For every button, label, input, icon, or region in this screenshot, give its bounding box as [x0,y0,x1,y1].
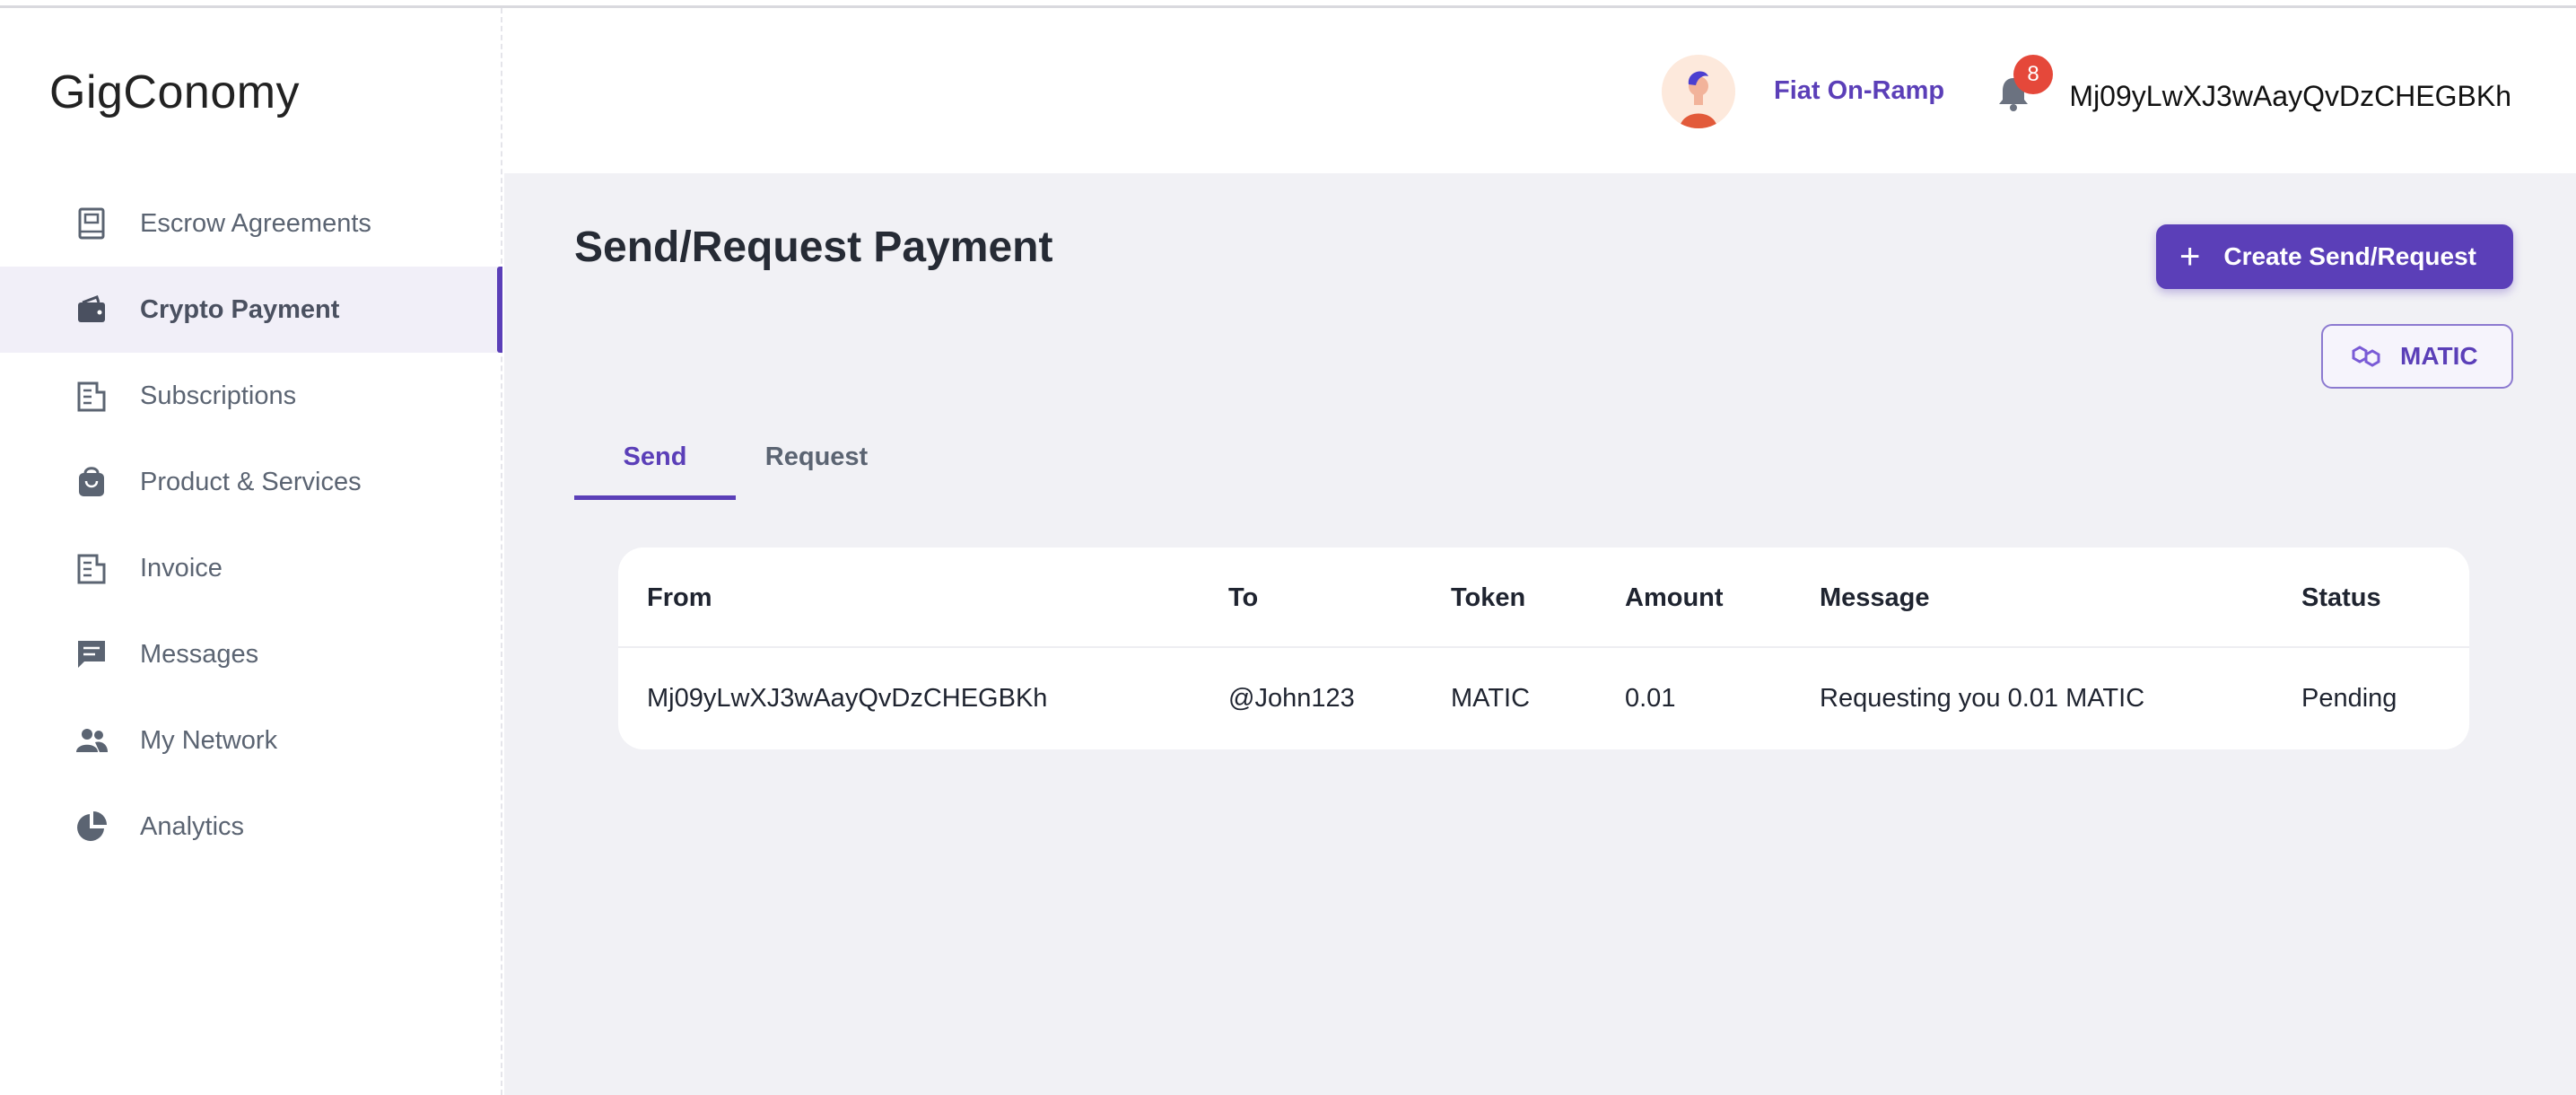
sidebar-item-label: Subscriptions [140,381,297,410]
token-selector-button[interactable]: MATIC [2321,324,2513,389]
people-icon [74,723,109,758]
cell-status: Pending [2301,683,2397,713]
table-row[interactable]: Mj09yLwXJ3wAayQvDzCHEGBKh @John123 MATIC… [618,648,2469,749]
sidebar-item-label: My Network [140,725,278,755]
tab-request[interactable]: Request [736,425,897,500]
polygon-matic-icon [2352,346,2380,367]
sidebar-item-label: Messages [140,639,259,669]
plus-icon: + [2179,237,2201,276]
token-label: MATIC [2400,342,2478,370]
pie-chart-icon [74,809,109,845]
column-header-status[interactable]: Status [2301,548,2381,648]
book-icon [74,206,109,241]
sidebar-item-label: Product & Services [140,467,362,496]
sidebar-item-label: Crypto Payment [140,294,340,324]
sidebar-nav: Escrow Agreements Crypto Payment Subscri… [0,180,502,870]
avatar[interactable] [1662,55,1735,128]
payments-table: From To Token Amount Message Status Mj09… [618,548,2469,749]
column-header-message[interactable]: Message [1820,548,1930,648]
payment-tabs: Send Request [574,425,897,500]
sidebar: GigConomy Escrow Agreements Crypto Payme… [0,8,502,1095]
table-header-row: From To Token Amount Message Status [618,548,2469,648]
sidebar-item-invoice[interactable]: Invoice [0,525,501,611]
sidebar-item-subscriptions[interactable]: Subscriptions [0,353,501,439]
sidebar-item-label: Escrow Agreements [140,208,371,238]
app-logo[interactable]: GigConomy [49,66,300,119]
invoice-icon [74,550,109,586]
wallet-icon [74,292,109,328]
main-content: Send/Request Payment + Create Send/Reque… [504,173,2576,1095]
create-send-request-button[interactable]: + Create Send/Request [2156,224,2513,289]
receipt-icon [74,378,109,414]
cell-amount: 0.01 [1625,683,1676,713]
shopping-bag-icon [74,464,109,500]
sidebar-item-messages[interactable]: Messages [0,611,501,697]
fiat-on-ramp-link[interactable]: Fiat On-Ramp [1774,76,1944,106]
cell-to: @John123 [1228,683,1355,713]
column-header-to[interactable]: To [1228,548,1258,648]
sidebar-item-my-network[interactable]: My Network [0,697,501,784]
sidebar-item-label: Invoice [140,553,223,583]
tab-send[interactable]: Send [574,425,736,500]
cell-message: Requesting you 0.01 MATIC [1820,683,2145,713]
sidebar-item-product-services[interactable]: Product & Services [0,439,501,525]
sidebar-item-label: Analytics [140,811,245,841]
top-header: Fiat On-Ramp 8 Mj09yLwXJ3wAayQvDzCHEGBKh [504,8,2576,173]
avatar-illustration [1662,55,1735,128]
sidebar-item-crypto-payment[interactable]: Crypto Payment [0,267,502,353]
window-top-border [0,0,2576,8]
sidebar-item-escrow-agreements[interactable]: Escrow Agreements [0,180,501,267]
message-icon [74,636,109,672]
sidebar-item-analytics[interactable]: Analytics [0,784,501,870]
wallet-address[interactable]: Mj09yLwXJ3wAayQvDzCHEGBKh [2069,80,2511,113]
column-header-token[interactable]: Token [1451,548,1525,648]
column-header-from[interactable]: From [647,548,712,648]
page-title: Send/Request Payment [574,223,1053,271]
create-button-label: Create Send/Request [2223,242,2476,270]
cell-token: MATIC [1451,683,1531,713]
column-header-amount[interactable]: Amount [1625,548,1724,648]
cell-from: Mj09yLwXJ3wAayQvDzCHEGBKh [647,683,1048,713]
notification-count-badge: 8 [2013,55,2053,94]
